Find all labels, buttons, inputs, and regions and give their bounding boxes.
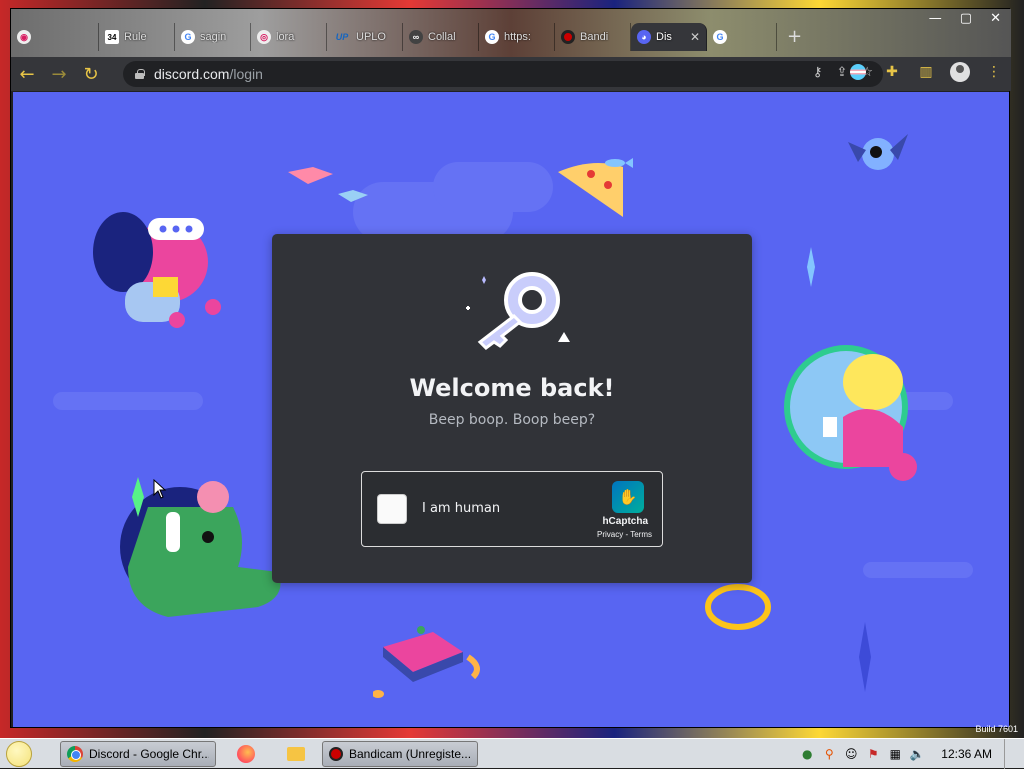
extensions-area: ✚ ▥ ⋮ xyxy=(847,61,1005,83)
tab-9[interactable]: G xyxy=(707,23,777,51)
taskbar-item-firefox[interactable] xyxy=(226,741,266,767)
firefox-icon xyxy=(237,744,255,763)
sparkle-icon xyxy=(807,247,815,287)
puzzle-extensions-icon[interactable]: ✚ xyxy=(881,61,903,83)
reload-button[interactable]: ↻ xyxy=(75,58,107,90)
windows-build-label: Build 7601 xyxy=(975,724,1018,734)
tab-4[interactable]: UP UPLO xyxy=(327,23,403,51)
address-bar[interactable]: discord.com/login ⚷ ⇪ ☆ xyxy=(123,61,883,87)
folder-icon xyxy=(287,746,305,761)
back-button[interactable]: ← xyxy=(11,58,43,90)
captcha-links: Privacy - Terms xyxy=(597,530,652,539)
system-tray: ● ⚲ ☺ ⚑ ▦ 🔈 12:36 AM xyxy=(799,739,1024,769)
tab-3[interactable]: ◎ lora xyxy=(251,23,327,51)
key-icon[interactable]: ⚷ xyxy=(813,65,823,80)
background-cloud xyxy=(53,392,203,410)
new-tab-button[interactable]: + xyxy=(777,23,812,53)
tab-2[interactable]: Gsagin xyxy=(175,23,251,51)
browser-toolbar: ← → ↻ discord.com/login ⚷ ⇪ ☆ ✚ ▥ ⋮ xyxy=(11,57,1011,91)
camera-icon: ◎ xyxy=(257,30,271,44)
dragon-headphones-illustration xyxy=(120,477,281,617)
clock[interactable]: 12:36 AM xyxy=(941,747,992,761)
start-orb-icon xyxy=(6,740,32,767)
green-status-icon[interactable]: ● xyxy=(799,746,815,762)
volume-icon[interactable]: 🔈 xyxy=(909,746,925,762)
login-modal: Welcome back! Beep boop. Boop beep? I am… xyxy=(272,234,752,583)
fish-icon xyxy=(605,158,633,168)
background-cloud xyxy=(863,562,973,578)
tab-6[interactable]: Ghttps: xyxy=(479,23,555,51)
network-icon[interactable]: ▦ xyxy=(887,746,903,762)
bandicam-icon xyxy=(329,746,343,761)
browser-window: ◉ 34 Rule Gsagin ◎ lora UP UPLO ∞ Collal Ght… xyxy=(10,8,1011,728)
url-path: /login xyxy=(229,66,263,82)
bat-character-illustration xyxy=(848,134,908,170)
smiley-icon[interactable]: ☺ xyxy=(843,746,859,762)
minimize-icon[interactable]: — xyxy=(929,11,942,26)
taskbar-item-explorer[interactable] xyxy=(276,741,316,767)
pride-flag-extension-icon[interactable] xyxy=(847,61,869,83)
character-reading-illustration xyxy=(93,212,221,328)
privacy-link[interactable]: Privacy xyxy=(597,530,623,539)
sparkle-icon xyxy=(859,622,871,692)
google-icon: G xyxy=(181,30,195,44)
tab-discord-active[interactable]: ◕ Dis ✕ xyxy=(631,23,707,51)
page-subtitle: Beep boop. Boop beep? xyxy=(428,412,596,428)
taskbar-item-bandicam[interactable]: Bandicam (Unregiste... xyxy=(322,740,478,767)
show-desktop-button[interactable] xyxy=(1004,739,1016,769)
terms-link[interactable]: Terms xyxy=(630,530,652,539)
upload-icon: UP xyxy=(335,32,349,42)
hcaptcha-widget: I am human ✋ hCaptcha Privacy - Terms xyxy=(361,471,663,547)
google-icon: G xyxy=(485,30,499,44)
key-illustration xyxy=(466,272,570,350)
taskbar-item-chrome[interactable]: Discord - Google Chr... xyxy=(60,740,216,767)
search-icon[interactable]: ⚲ xyxy=(821,746,837,762)
close-icon[interactable]: ✕ xyxy=(990,11,1001,26)
flag-error-icon[interactable]: ⚑ xyxy=(865,746,881,762)
grid-icon: 34 xyxy=(105,30,119,44)
reload-icon: ↻ xyxy=(83,63,99,85)
background-cloud xyxy=(433,162,553,212)
tab-5[interactable]: ∞ Collal xyxy=(403,23,479,51)
discord-login-page: Welcome back! Beep boop. Boop beep? I am… xyxy=(13,92,1009,727)
profile-avatar-icon[interactable] xyxy=(949,61,971,83)
tab-list: ◉ 34 Rule Gsagin ◎ lora UP UPLO ∞ Collal Ght… xyxy=(11,23,812,53)
maximize-icon[interactable]: ▢ xyxy=(960,11,972,26)
arrow-left-icon: ← xyxy=(19,63,35,85)
tab-strip: ◉ 34 Rule Gsagin ◎ lora UP UPLO ∞ Collal Ght… xyxy=(11,9,1011,57)
character-waving-illustration xyxy=(784,345,917,481)
hcaptcha-brand: hCaptcha xyxy=(602,516,648,527)
hcaptcha-logo-icon: ✋ xyxy=(612,481,644,513)
close-tab-icon[interactable]: ✕ xyxy=(690,30,700,44)
mouse-cursor-icon xyxy=(153,479,167,499)
page-title: Welcome back! xyxy=(409,374,615,402)
url-host: discord.com xyxy=(154,66,230,82)
captcha-label: I am human xyxy=(422,501,501,516)
arrow-right-icon: → xyxy=(51,63,67,85)
google-icon: G xyxy=(713,30,727,44)
start-button[interactable] xyxy=(0,739,38,769)
chrome-icon xyxy=(67,745,83,762)
kebab-menu-icon[interactable]: ⋮ xyxy=(983,61,1005,83)
tab-7[interactable]: Bandi xyxy=(555,23,631,51)
captcha-checkbox[interactable] xyxy=(377,494,407,524)
discord-icon: ◕ xyxy=(637,30,651,44)
books-illustration xyxy=(288,167,368,202)
lock-icon[interactable] xyxy=(135,69,145,79)
forward-button[interactable]: → xyxy=(43,58,75,90)
window-controls: — ▢ ✕ xyxy=(929,11,1001,26)
sandwich-illustration xyxy=(373,626,480,698)
cam-icon: ◉ xyxy=(17,30,31,44)
colab-icon: ∞ xyxy=(409,30,423,44)
share-icon[interactable]: ⇪ xyxy=(836,65,847,80)
sidebar-icon[interactable]: ▥ xyxy=(915,61,937,83)
tab-1[interactable]: 34 Rule xyxy=(99,23,175,51)
windows-taskbar: Discord - Google Chr... Bandicam (Unregi… xyxy=(0,738,1024,769)
record-icon xyxy=(561,30,575,44)
tab-0[interactable]: ◉ xyxy=(11,23,99,51)
